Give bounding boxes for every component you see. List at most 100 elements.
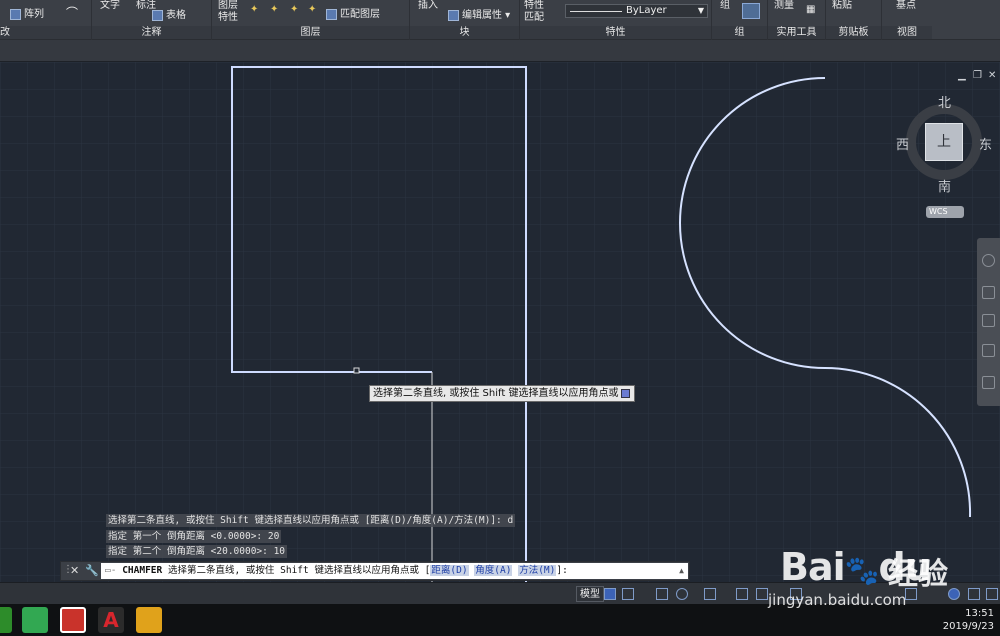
measure-angle-icon[interactable]: ⌒ (66, 4, 78, 21)
tooltip-text: 选择第二条直线, 或按住 Shift 键选择直线以应用角点或 (373, 388, 619, 399)
panel-title-properties: 特性 (520, 26, 711, 39)
match-layer-button[interactable]: 匹配图层 (326, 5, 380, 20)
baidu-watermark: Bai🐾du 经验 jingyan.baidu.com (768, 525, 1000, 615)
panel-title-utilities: 实用工具 (768, 26, 825, 39)
compass-north[interactable]: 北 (938, 92, 951, 111)
drawing-canvas[interactable] (0, 62, 1000, 582)
wechat-icon[interactable] (22, 607, 48, 633)
compass-east[interactable]: 东 (979, 134, 992, 153)
canvas-grid (0, 62, 1000, 582)
text-button[interactable]: 文字 (100, 0, 120, 11)
calculator-icon[interactable]: ▦ (806, 4, 815, 15)
lineweight-icon[interactable] (736, 588, 748, 600)
command-name: CHAMFER (122, 565, 163, 576)
tooltip-options-icon[interactable] (621, 389, 630, 398)
match-properties-label: 匹配 (524, 12, 544, 23)
navigation-bar (977, 238, 1000, 406)
drawing-svg (0, 62, 1000, 582)
linetype-dropdown[interactable]: ByLayer ▼ (565, 4, 708, 18)
jingyan-text: 经验 (888, 557, 948, 592)
linetype-preview (570, 11, 622, 12)
viewcube[interactable]: 北 南 东 西 上 WCS (896, 92, 996, 222)
command-prompt: 选择第二条直线, 或按住 Shift 键选择直线以应用角点或 [ (167, 565, 431, 576)
clock-date: 2019/9/23 (942, 621, 994, 632)
insert-button[interactable]: 插入 (418, 0, 438, 11)
history-line-3: 指定 第二个 倒角距离 <20.0000>: 10 (106, 545, 288, 558)
select-tool-icon[interactable] (742, 3, 760, 19)
ribbon: 阵列 ⌒ 改 文字 标注 表格 注释 图层 特性 ✦ ✦ ✦ ✦ 匹配图层 图层… (0, 0, 1000, 40)
minimize-icon[interactable]: ▁ (958, 70, 966, 81)
history-toggle-icon[interactable]: ▲ (679, 563, 684, 579)
measure-button[interactable]: 测量 (774, 0, 794, 11)
chevron-down-icon: ▼ (697, 6, 704, 15)
group-button[interactable]: 组 (720, 0, 730, 11)
layer-tool-icon-4[interactable]: ✦ (308, 4, 316, 15)
option-angle[interactable]: 角度(A) (474, 565, 513, 576)
zoom-extents-icon[interactable] (982, 314, 995, 327)
steering-wheel-icon[interactable] (982, 254, 995, 267)
match-layer-icon (326, 8, 337, 20)
compass-west[interactable]: 西 (896, 134, 909, 153)
baidu-paw-icon: 🐾 (844, 554, 880, 587)
table-button[interactable]: 表格 (152, 6, 186, 21)
command-input[interactable]: ▭- CHAMFER 选择第二条直线, 或按住 Shift 键选择直线以应用角点… (101, 563, 688, 579)
panel-view: 基点 视图 (882, 0, 932, 40)
base-button[interactable]: 基点 (896, 0, 916, 11)
option-method[interactable]: 方法(M) (518, 565, 557, 576)
grip-point[interactable] (353, 367, 360, 374)
customize-wrench-icon[interactable]: 🔧 (85, 564, 99, 577)
panel-title-groups: 组 (712, 26, 767, 39)
option-distance[interactable]: 距离(D) (430, 565, 469, 576)
edit-attributes-icon (448, 9, 459, 21)
orbit-icon[interactable] (982, 344, 995, 357)
panel-clipboard: 粘贴 剪贴板 (826, 0, 882, 40)
paste-button[interactable]: 粘贴 (832, 0, 852, 11)
file-tab-strip (0, 40, 1000, 62)
snap-mode-icon[interactable] (622, 588, 634, 600)
osnap-icon[interactable] (704, 588, 716, 600)
ortho-icon[interactable] (656, 588, 668, 600)
transparency-icon[interactable] (756, 588, 768, 600)
pan-icon[interactable] (982, 286, 995, 299)
grid-toggle-icon[interactable] (604, 588, 616, 600)
close-icon[interactable]: ✕ (988, 70, 996, 81)
wcs-menu[interactable]: WCS (926, 206, 964, 218)
taskbar-app-icon[interactable] (0, 607, 12, 633)
showmotion-icon[interactable] (982, 376, 995, 389)
panel-title-layers: 图层 (212, 26, 409, 39)
layer-tool-icon-3[interactable]: ✦ (290, 4, 298, 15)
model-space-button[interactable]: 模型 (576, 586, 604, 602)
history-line-1: 选择第二条直线, 或按住 Shift 键选择直线以应用角点或 [距离(D)/角度… (106, 514, 516, 527)
layer-tool-icon-1[interactable]: ✦ (250, 4, 258, 15)
restore-icon[interactable]: ❐ (973, 70, 982, 81)
dynamic-input-tooltip: 选择第二条直线, 或按住 Shift 键选择直线以应用角点或 (369, 385, 635, 402)
panel-modify: 阵列 ⌒ 改 (0, 0, 92, 40)
command-suffix: ]: (556, 565, 568, 576)
panel-title-view: 视图 (882, 26, 932, 39)
panel-title-annotation: 注释 (92, 26, 211, 39)
autocad-icon[interactable]: A (98, 607, 124, 633)
array-button[interactable]: 阵列 (10, 5, 44, 20)
command-line: ⋮ ✕ 🔧 ▭- CHAMFER 选择第二条直线, 或按住 Shift 键选择直… (60, 561, 690, 581)
panel-utilities: 测量 ▦ 实用工具 (768, 0, 826, 40)
polar-icon[interactable] (676, 588, 688, 600)
panel-layers: 图层 特性 ✦ ✦ ✦ ✦ 匹配图层 图层 (212, 0, 410, 40)
panel-title-clipboard: 剪贴板 (826, 26, 881, 39)
edit-attributes-button[interactable]: 编辑属性 ▾ (448, 6, 510, 21)
panel-title-block: 块 (410, 26, 519, 39)
array-icon (10, 8, 21, 20)
layer-tool-icon-2[interactable]: ✦ (270, 4, 278, 15)
history-line-2: 指定 第一个 倒角距离 <0.0000>: 20 (106, 530, 282, 543)
taskbar-app-red-icon[interactable] (60, 607, 86, 633)
taskbar-app-eye-icon[interactable] (136, 607, 162, 633)
viewcube-top-face[interactable]: 上 (925, 123, 963, 161)
panel-annotation: 文字 标注 表格 注释 (92, 0, 212, 40)
panel-title-modify: 改 (0, 26, 91, 39)
table-icon (152, 9, 163, 21)
command-prompt-icon: ▭- (105, 565, 117, 576)
close-icon[interactable]: ✕ (70, 564, 79, 577)
panel-block: 插入 编辑属性 ▾ 块 (410, 0, 520, 40)
compass-south[interactable]: 南 (938, 176, 951, 195)
watermark-url: jingyan.baidu.com (768, 591, 907, 609)
layer-properties-label: 特性 (218, 12, 238, 23)
